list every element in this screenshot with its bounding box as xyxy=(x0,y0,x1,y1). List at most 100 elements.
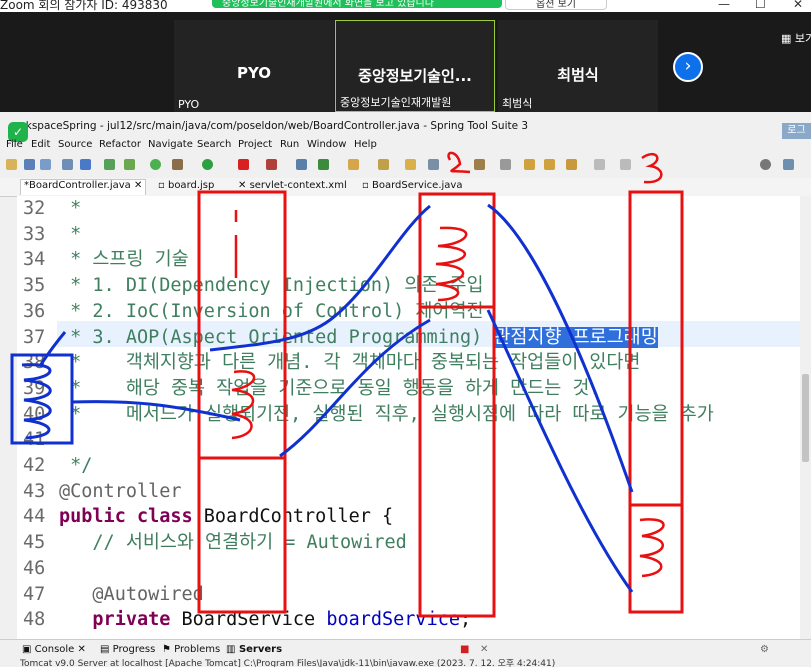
mark-icon[interactable] xyxy=(474,159,485,170)
code-line[interactable]: * 1. DI(Dependency Injection) 의존 주입 xyxy=(59,273,483,299)
build-icon[interactable] xyxy=(296,159,307,170)
menu-search[interactable]: Search xyxy=(197,139,231,150)
maximize-icon[interactable]: ☐ xyxy=(755,0,766,11)
line-number: 46 xyxy=(23,557,46,579)
annotation-icon[interactable] xyxy=(428,159,439,170)
menu-source[interactable]: Source xyxy=(58,139,92,150)
eclipse-title-bar: orkspaceSpring - jul12/src/main/java/com… xyxy=(0,118,811,136)
participant-tile[interactable]: PYO PYO xyxy=(174,20,334,112)
view-menu[interactable]: ▦ 보기 xyxy=(781,30,811,46)
new-class-icon[interactable] xyxy=(318,159,329,170)
code-token: * 메서드가 실행되기전, 실행된 직후, 실행시점에 따라 따로 기능을 추가 xyxy=(59,403,714,425)
forward-icon[interactable] xyxy=(594,159,605,170)
next-annotation-icon[interactable] xyxy=(544,159,555,170)
code-line[interactable]: */ xyxy=(59,453,92,479)
server-icon[interactable] xyxy=(104,159,115,170)
code-line[interactable]: public class BoardController { xyxy=(59,504,393,530)
participant-label: 최범식 xyxy=(502,97,533,110)
code-token: BoardController { xyxy=(203,506,394,528)
menu-edit[interactable]: Edit xyxy=(31,139,50,150)
code-line[interactable]: * 해당 중복 작업을 기준으로 동일 행동을 하게 만드는 것. xyxy=(59,376,600,402)
code-line[interactable]: @Autowired xyxy=(59,582,203,608)
perspective-icon[interactable] xyxy=(783,159,794,170)
code-line[interactable]: @Controller xyxy=(59,479,182,505)
terminate-icon[interactable] xyxy=(266,159,277,170)
debug-icon[interactable] xyxy=(172,159,183,170)
spring-icon[interactable] xyxy=(150,159,161,170)
close-icon[interactable]: ✕ xyxy=(793,0,803,11)
save-icon[interactable] xyxy=(24,159,35,170)
view-label: 보기 xyxy=(794,32,811,45)
menu-run[interactable]: Run xyxy=(280,139,299,150)
quick-access-search-icon[interactable] xyxy=(760,159,771,170)
tab-label: servlet-context.xml xyxy=(249,180,347,191)
line-number: 34 xyxy=(23,249,46,271)
code-line[interactable]: * 스프링 기술 xyxy=(59,247,189,273)
tab-board-jsp[interactable]: ▫ board.jsp xyxy=(158,180,214,191)
line-number: 42 xyxy=(23,455,46,476)
console-menu-icon[interactable]: ⚙ xyxy=(760,644,769,655)
line-number: 44 xyxy=(23,506,46,528)
code-editor[interactable]: 32 33 34 35 36 37 38 39 40 41 42 43 44 45 46 47 48 * * *… xyxy=(17,196,811,639)
code-line[interactable]: * 객체지향과 다른 개념. 각 객체마다 중복되는 작업들이 있다면 xyxy=(59,350,640,376)
print-icon[interactable] xyxy=(62,159,73,170)
code-token: boardService xyxy=(326,609,460,631)
prev-annotation-icon[interactable] xyxy=(524,159,535,170)
tab-problems[interactable]: ⚑ Problems xyxy=(162,644,220,655)
refresh-icon[interactable] xyxy=(124,159,135,170)
code-token: // 서비스와 연결하기 = Autowired xyxy=(59,532,407,554)
lock-label[interactable]: 로그 xyxy=(782,123,811,139)
menu-refactor[interactable]: Refactor xyxy=(99,139,141,150)
window-icon[interactable] xyxy=(80,159,91,170)
tab-servlet-context[interactable]: ✕ servlet-context.xml xyxy=(238,180,347,191)
remove-launch-icon[interactable]: ✕ xyxy=(480,644,488,655)
console-status: Tomcat v9.0 Server at localhost [Apache … xyxy=(20,659,556,667)
back-icon[interactable] xyxy=(566,159,577,170)
code-line[interactable]: private BoardService boardService; xyxy=(59,607,471,633)
next-page-button[interactable]: › xyxy=(673,52,703,82)
menu-window[interactable]: Window xyxy=(307,139,346,150)
open-type-icon[interactable] xyxy=(348,159,359,170)
scrollbar-thumb[interactable] xyxy=(802,374,809,462)
pilcrow-icon[interactable] xyxy=(500,159,511,170)
minimize-icon[interactable]: — xyxy=(718,0,730,11)
participant-label: 중앙정보기술인재개발원 xyxy=(340,96,452,109)
participant-tile[interactable]: 최범식 최범식 xyxy=(498,20,658,112)
stop-console-icon[interactable]: ■ xyxy=(460,644,469,655)
window-title: orkspaceSpring - jul12/src/main/java/com… xyxy=(15,120,529,132)
tab-console[interactable]: ▣ Console ✕ xyxy=(22,644,86,655)
menu-project[interactable]: Project xyxy=(238,139,272,150)
run-icon[interactable] xyxy=(202,159,213,170)
line-number: 48 xyxy=(23,609,46,631)
tab-servers[interactable]: ▥ Servers xyxy=(226,644,282,655)
code-line[interactable]: * xyxy=(59,196,81,222)
edit-icon[interactable] xyxy=(405,159,416,170)
line-number-gutter: 32 33 34 35 36 37 38 39 40 41 42 43 44 45 46 47 48 xyxy=(17,196,57,639)
view-options-button[interactable]: 옵션 보기 xyxy=(505,0,607,10)
participant-name: PYO xyxy=(236,64,272,82)
pin-icon[interactable] xyxy=(620,159,631,170)
editor-tab-bar: *BoardController.java ✕ ▫ board.jsp ✕ se… xyxy=(0,178,811,197)
line-number: 41 xyxy=(23,429,46,451)
menu-help[interactable]: Help xyxy=(354,139,377,150)
code-line[interactable]: * 2. IoC(Inversion of Control) 제어역전 xyxy=(59,299,483,325)
code-line[interactable]: // 서비스와 연결하기 = Autowired xyxy=(59,530,407,556)
new-icon[interactable] xyxy=(6,159,17,170)
line-number: 37 xyxy=(23,326,46,348)
tab-boardcontroller[interactable]: *BoardController.java ✕ xyxy=(20,179,147,195)
tab-boardservice[interactable]: ▫ BoardService.java xyxy=(362,180,462,191)
code-line[interactable]: * 메서드가 실행되기전, 실행된 직후, 실행시점에 따라 따로 기능을 추가 xyxy=(59,402,714,428)
participant-tile-active[interactable]: 중앙정보기술인... 중앙정보기술인재개발원 xyxy=(335,20,495,112)
menu-file[interactable]: File xyxy=(6,139,23,150)
stop-icon[interactable] xyxy=(238,159,249,170)
code-line[interactable]: * 3. AOP(Aspect Oriented Programming) 관점… xyxy=(59,325,658,351)
vertical-scrollbar[interactable] xyxy=(800,196,811,639)
search-icon[interactable] xyxy=(378,159,389,170)
menu-navigate[interactable]: Navigate xyxy=(148,139,193,150)
tab-progress[interactable]: ▤ Progress xyxy=(100,644,155,655)
selected-text: 관점지향 프로그래밍 xyxy=(493,326,658,348)
menu-bar: File Edit Source Refactor Navigate Searc… xyxy=(0,138,811,154)
line-number: 33 xyxy=(23,223,46,245)
code-line[interactable]: * xyxy=(59,222,81,248)
save-all-icon[interactable] xyxy=(40,159,51,170)
